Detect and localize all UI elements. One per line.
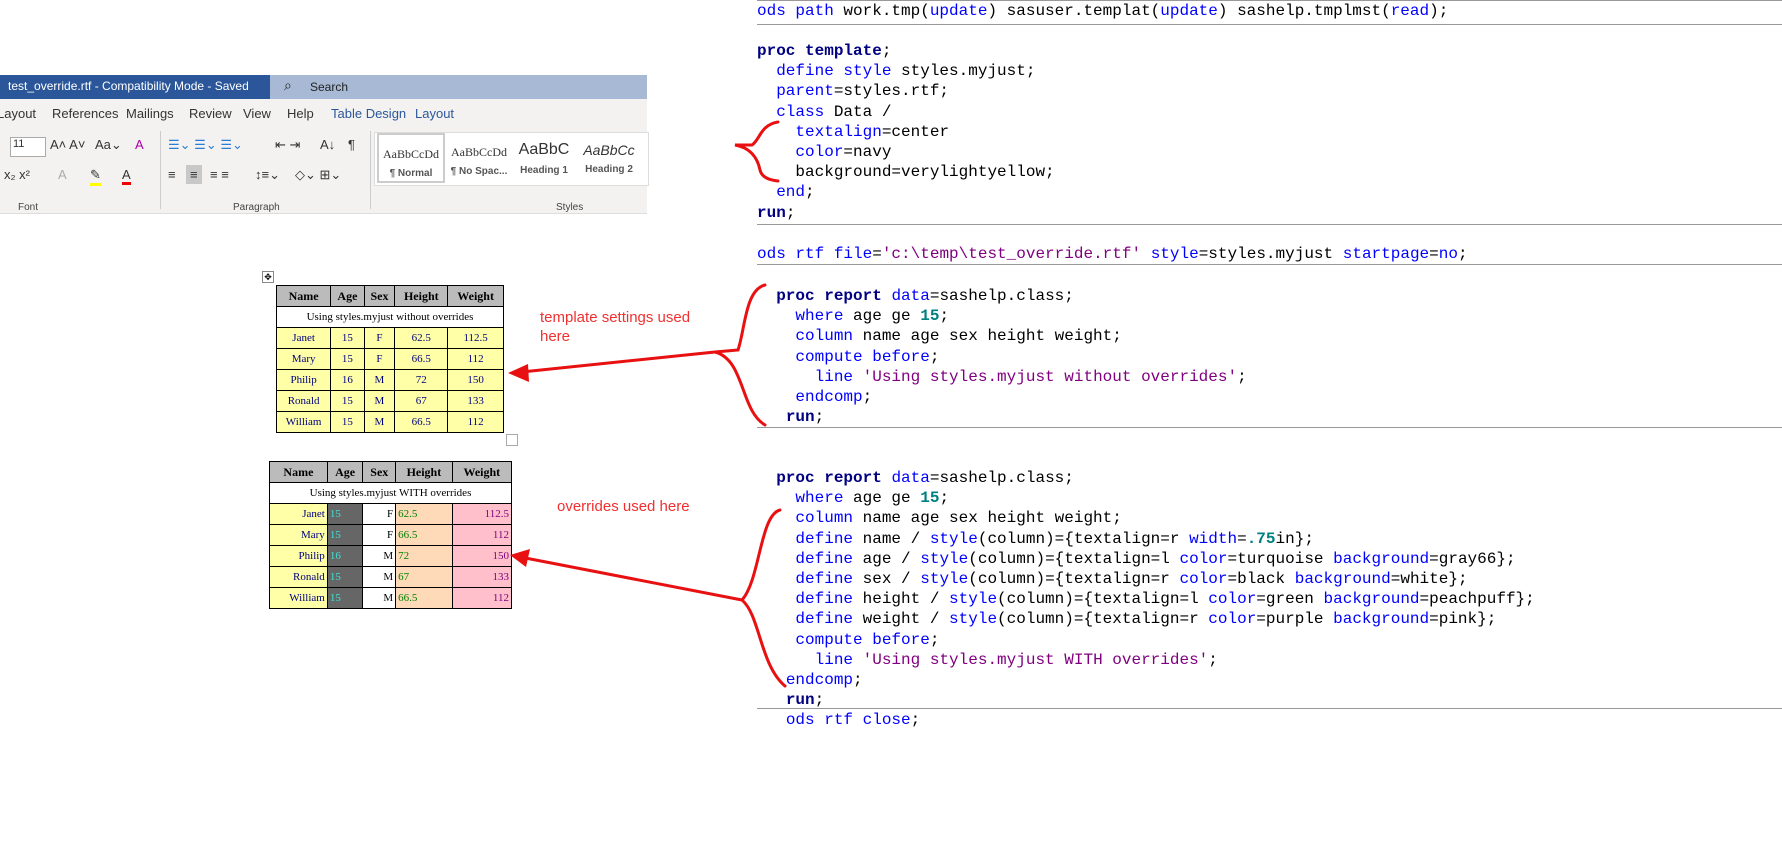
arrow-overrides: [513, 554, 744, 602]
annotation-overlay: [508, 120, 787, 688]
brace-template: [734, 120, 780, 183]
brace-report-1: [714, 283, 767, 427]
brace-report-2: [739, 508, 787, 688]
arrowhead-icon: [508, 364, 529, 382]
arrowhead-icon: [510, 549, 530, 567]
arrow-template: [510, 350, 717, 375]
